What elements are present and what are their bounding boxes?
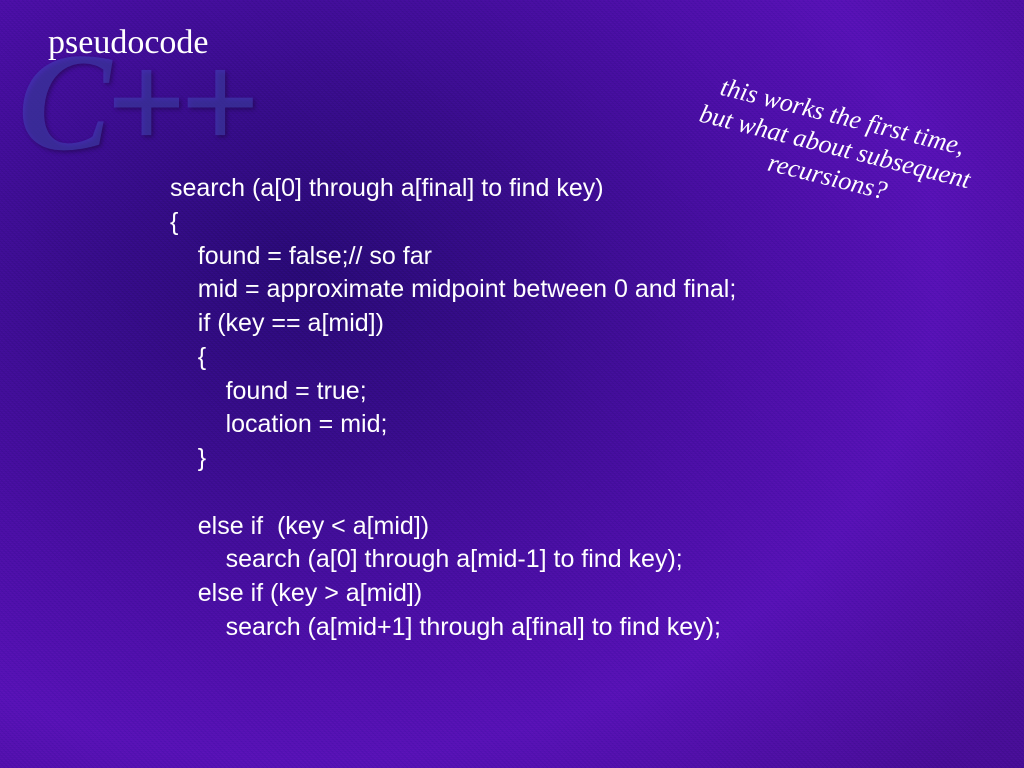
slide: C++ pseudocode this works the first time… — [0, 0, 1024, 768]
pseudocode-block: search (a[0] through a[final] to find ke… — [170, 172, 736, 645]
slide-title: pseudocode — [48, 24, 209, 62]
